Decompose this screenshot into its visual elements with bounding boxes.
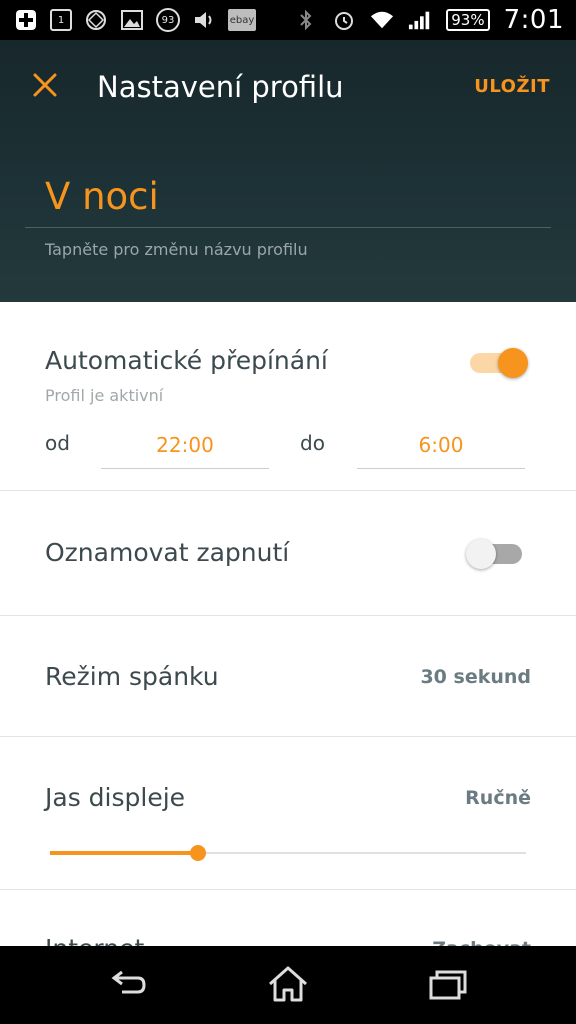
sleep-label: Režim spánku xyxy=(45,662,219,691)
slider-thumb[interactable] xyxy=(190,845,206,861)
back-icon xyxy=(111,970,146,994)
recent-apps-icon xyxy=(429,970,467,1000)
battery-indicator: 93% xyxy=(446,9,490,31)
bluetooth-icon xyxy=(294,8,318,32)
from-label: od xyxy=(45,431,70,455)
recent-apps-button[interactable] xyxy=(426,964,470,1004)
network-icon xyxy=(84,8,108,32)
save-button[interactable]: ULOŽIT xyxy=(474,76,550,97)
profile-header: Nastavení profilu ULOŽIT V noci Tapněte … xyxy=(0,40,576,302)
brightness-mode[interactable]: Ručně xyxy=(465,787,531,809)
status-bar: 1 93 ebay 93% 7:01 xyxy=(0,0,576,40)
toggle-knob xyxy=(498,348,528,378)
ebay-icon: ebay xyxy=(228,9,256,31)
close-icon xyxy=(33,73,57,97)
back-button[interactable] xyxy=(106,964,150,1004)
brightness-label: Jas displeje xyxy=(45,783,186,812)
profile-name-field[interactable]: V noci xyxy=(45,175,159,218)
notification-icons: 1 93 ebay xyxy=(14,6,256,34)
volume-icon xyxy=(192,8,216,32)
calendar-icon: 1 xyxy=(50,9,72,31)
brightness-section: Jas displeje Ručně xyxy=(0,737,576,890)
page-title: Nastavení profilu xyxy=(97,70,344,104)
plus-icon xyxy=(14,8,38,32)
name-underline xyxy=(25,227,551,228)
wifi-icon xyxy=(370,8,394,32)
toggle-knob xyxy=(466,539,496,569)
battery-level: 93% xyxy=(446,9,490,31)
home-icon xyxy=(269,966,307,1002)
notify-toggle[interactable] xyxy=(466,533,526,573)
clock: 7:01 xyxy=(503,5,564,35)
close-button[interactable] xyxy=(30,70,60,100)
from-time-field[interactable]: 22:00 xyxy=(101,428,269,469)
system-icons: 93% 7:01 xyxy=(294,5,564,35)
auto-switch-toggle[interactable] xyxy=(468,342,528,382)
image-icon xyxy=(120,8,144,32)
profile-name-hint: Tapněte pro změnu názvu profilu xyxy=(45,240,308,259)
notify-section[interactable]: Oznamovat zapnutí xyxy=(0,491,576,616)
slider-fill xyxy=(50,851,198,855)
internet-section[interactable]: Internet Zachovat xyxy=(0,890,576,950)
count-badge: 93 xyxy=(156,8,180,32)
navigation-bar xyxy=(0,946,576,1024)
sleep-section[interactable]: Režim spánku 30 sekund xyxy=(0,616,576,737)
brightness-slider[interactable] xyxy=(50,843,526,863)
to-label: do xyxy=(300,431,325,455)
signal-icon xyxy=(408,8,432,32)
notify-label: Oznamovat zapnutí xyxy=(45,538,290,567)
to-time-field[interactable]: 6:00 xyxy=(357,428,525,469)
auto-switch-section: Automatické přepínání Profil je aktivní … xyxy=(0,302,576,491)
auto-switch-label: Automatické přepínání xyxy=(45,346,328,375)
sleep-value: 30 sekund xyxy=(420,666,531,688)
alarm-icon xyxy=(332,8,356,32)
auto-switch-sublabel: Profil je aktivní xyxy=(45,386,164,405)
home-button[interactable] xyxy=(266,964,310,1004)
